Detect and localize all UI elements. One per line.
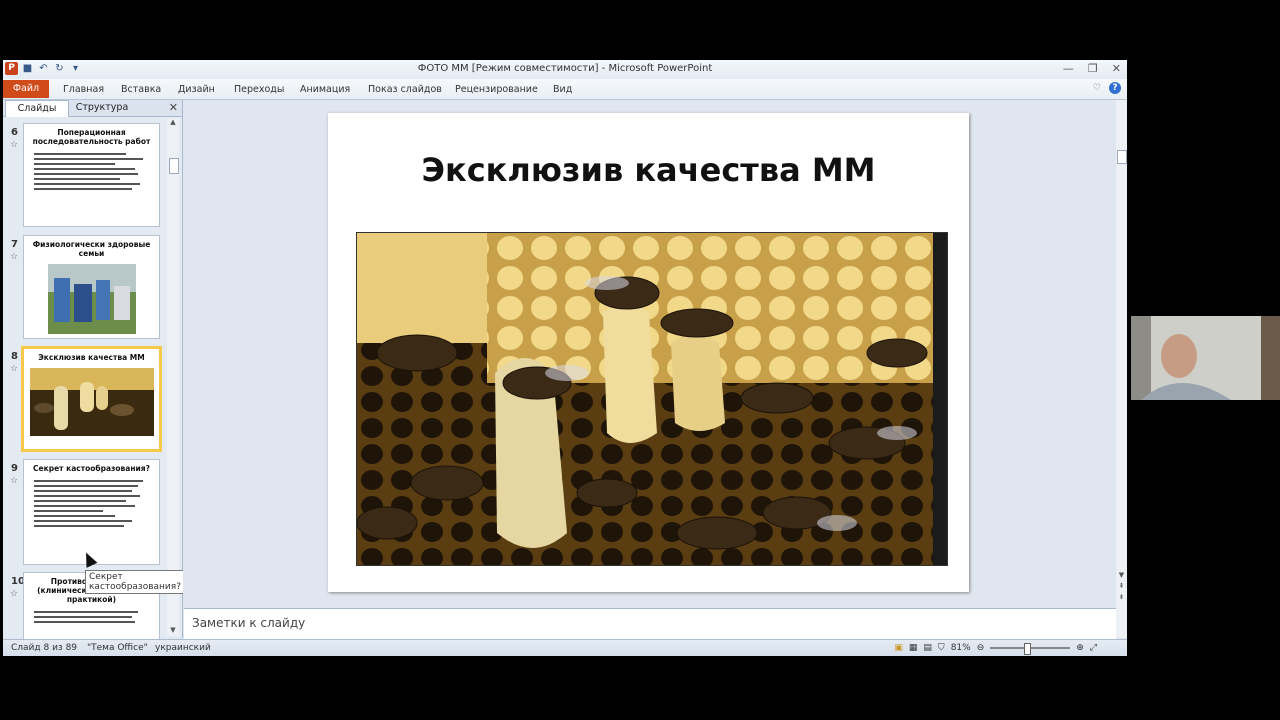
thumbnail-title: Секрет кастообразования? <box>33 464 150 473</box>
thumbnail-title: Эксклюзив качества ММ <box>38 353 145 362</box>
tab-slides[interactable]: Слайды <box>5 100 69 117</box>
zoom-level[interactable]: 81% <box>951 643 971 653</box>
thumbnail-title: Поперационная последовательность работ <box>32 128 151 146</box>
tab-home[interactable]: Главная <box>63 84 104 95</box>
title-bar: P ■ ↶ ↻ ▾ ФОТО ММ [Режим совместимости] … <box>3 60 1127 79</box>
tab-outline[interactable]: Структура <box>71 100 133 116</box>
tab-file[interactable]: Файл <box>3 80 49 98</box>
notes-placeholder[interactable]: Заметки к слайду <box>192 616 305 630</box>
slide-thumbnail-6[interactable]: Поперационная последовательность работ <box>23 123 160 227</box>
panel-scroll-thumb[interactable] <box>169 158 179 174</box>
beehives-image <box>47 264 136 334</box>
canvas-scrollbar[interactable]: ▼ ⇞ ⇟ <box>1116 100 1127 638</box>
ribbon-tabs: Файл Главная Вставка Дизайн Переходы Ани… <box>3 79 1127 100</box>
transition-star-icon: ☆ <box>10 140 19 150</box>
tab-transitions[interactable]: Переходы <box>234 84 284 95</box>
webcam-overlay <box>1131 316 1280 400</box>
normal-view-icon[interactable]: ▣ <box>894 643 903 653</box>
tab-design[interactable]: Дизайн <box>178 84 215 95</box>
tab-view[interactable]: Вид <box>553 84 572 95</box>
scroll-up-icon[interactable]: ▲ <box>167 118 179 126</box>
transition-star-icon: ☆ <box>10 252 19 262</box>
powerpoint-window: P ■ ↶ ↻ ▾ ФОТО ММ [Режим совместимости] … <box>3 60 1127 656</box>
thumbnail-tooltip: Секрет кастообразования? <box>85 570 185 594</box>
slide-canvas: Эксклюзив качества ММ <box>183 100 1116 606</box>
tab-review[interactable]: Рецензирование <box>455 84 538 95</box>
panel-scrollbar[interactable]: ▲ ▼ <box>167 118 179 636</box>
thumbnail-text-lines <box>24 475 159 527</box>
restore-icon[interactable]: ❐ <box>1088 62 1098 75</box>
tab-slideshow[interactable]: Показ слайдов <box>368 84 442 95</box>
slide-title[interactable]: Эксклюзив качества ММ <box>328 151 969 189</box>
slide-number: 7 <box>11 239 18 250</box>
slide-thumbnail-7[interactable]: Физиологически здоровые семьи <box>23 235 160 339</box>
slide-counter: Слайд 8 из 89 <box>11 643 78 653</box>
queen-cells-thumbnail-image <box>29 368 154 436</box>
zoom-out-icon[interactable]: ⊖ <box>977 643 985 653</box>
slide-number: 6 <box>11 127 18 138</box>
status-bar: Слайд 8 из 89 "Тема Office" украинский ▣… <box>3 639 1127 656</box>
slide-thumbnail-9[interactable]: Секрет кастообразования? <box>23 459 160 565</box>
thumbnail-title: Физиологически здоровые семьи <box>32 240 151 258</box>
zoom-slider[interactable] <box>990 643 1071 655</box>
prev-next-slide-icon[interactable]: ▼ ⇞ ⇟ <box>1117 570 1126 603</box>
window-title: ФОТО ММ [Режим совместимости] - Microsof… <box>417 63 713 74</box>
thumbnail-text-lines <box>24 148 159 190</box>
thumbnail-text-lines <box>24 606 159 623</box>
language-indicator[interactable]: украинский <box>155 643 211 653</box>
reading-view-icon[interactable]: ▤ <box>923 643 932 653</box>
tab-animation[interactable]: Анимация <box>300 84 350 95</box>
minimize-icon[interactable]: — <box>1063 62 1074 75</box>
slides-panel: Слайды Структура ✕ 6 ☆ Поперационная пос… <box>3 100 185 640</box>
help-icon[interactable]: ? <box>1109 82 1121 94</box>
panel-close-icon[interactable]: ✕ <box>169 101 178 114</box>
transition-star-icon: ☆ <box>10 589 19 599</box>
notes-pane[interactable]: Заметки к слайду <box>184 608 1116 639</box>
zoom-slider-knob[interactable] <box>1024 643 1032 655</box>
slideshow-view-icon[interactable]: ⛉ <box>938 643 945 653</box>
theme-name[interactable]: "Тема Office" <box>87 643 148 653</box>
fit-to-window-icon[interactable]: ⤢ <box>1090 643 1097 653</box>
slide-sorter-icon[interactable]: ▦ <box>909 643 918 653</box>
presenter-video-image <box>1131 316 1280 400</box>
slide-thumbnail-8[interactable]: Эксклюзив качества ММ <box>21 346 162 452</box>
current-slide[interactable]: Эксклюзив качества ММ <box>328 113 969 592</box>
queen-cells-photo[interactable] <box>356 232 948 566</box>
canvas-scroll-thumb[interactable] <box>1117 150 1127 164</box>
tab-insert[interactable]: Вставка <box>121 84 161 95</box>
transition-star-icon: ☆ <box>10 364 19 374</box>
slide-number: 9 <box>11 463 18 474</box>
slide-number: 8 <box>11 351 18 362</box>
zoom-in-icon[interactable]: ⊕ <box>1076 643 1084 653</box>
scroll-down-icon[interactable]: ▼ <box>167 626 179 634</box>
ribbon-expand-icon[interactable]: ♡ <box>1093 83 1101 93</box>
close-icon[interactable]: ✕ <box>1112 62 1121 75</box>
transition-star-icon: ☆ <box>10 476 19 486</box>
